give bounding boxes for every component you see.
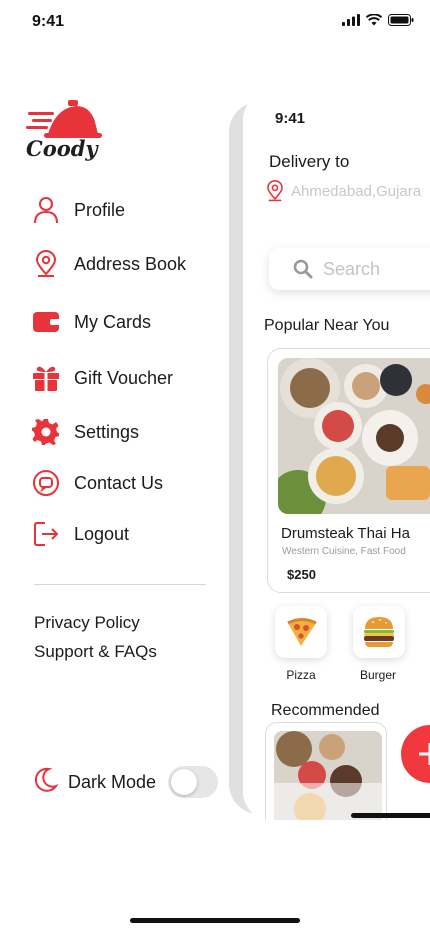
recommended-section-title: Recommended bbox=[271, 702, 380, 719]
menu-item-label: Address Book bbox=[74, 253, 187, 274]
add-button[interactable] bbox=[401, 725, 430, 783]
pizza-icon bbox=[287, 618, 317, 646]
menu-item-settings[interactable]: Settings bbox=[32, 414, 139, 450]
logout-icon bbox=[32, 520, 60, 548]
dark-mode-label: Dark Mode bbox=[68, 772, 157, 792]
popular-section-title: Popular Near You bbox=[264, 317, 390, 334]
home-indicator bbox=[130, 918, 300, 923]
menu-item-profile[interactable]: Profile bbox=[32, 192, 125, 228]
category-pizza[interactable] bbox=[275, 606, 327, 658]
user-icon bbox=[32, 196, 60, 224]
recommended-photo bbox=[274, 731, 382, 820]
menu-item-label: Settings bbox=[74, 421, 140, 442]
wallet-icon bbox=[32, 308, 60, 336]
burger-icon bbox=[364, 617, 394, 647]
menu-item-contact-us[interactable]: Contact Us bbox=[32, 465, 163, 501]
menu-item-label: Profile bbox=[74, 199, 126, 220]
gift-icon bbox=[32, 364, 60, 392]
status-bar: 9:41 bbox=[0, 0, 430, 44]
status-icons bbox=[342, 14, 414, 26]
moon-icon bbox=[32, 766, 59, 799]
menu-item-my-cards[interactable]: My Cards bbox=[32, 304, 151, 340]
category-label: Pizza bbox=[286, 668, 316, 682]
gear-icon bbox=[32, 418, 60, 446]
restaurant-cuisine: Western Cuisine, Fast Food bbox=[282, 546, 406, 557]
delivery-to-label: Delivery to bbox=[269, 152, 350, 171]
category-label: Burger bbox=[359, 668, 397, 682]
home-screen-preview[interactable]: 9:41 Delivery to Ahmedabad,Gujara Search… bbox=[243, 92, 430, 820]
wifi-icon bbox=[366, 14, 382, 26]
preview-home-indicator bbox=[351, 813, 430, 818]
search-input[interactable]: Search bbox=[269, 248, 430, 290]
recommended-card[interactable] bbox=[265, 722, 387, 820]
menu-item-label: My Cards bbox=[74, 311, 152, 332]
location-selector[interactable]: Ahmedabad,Gujara bbox=[265, 180, 421, 202]
menu-item-label: Logout bbox=[74, 523, 130, 544]
dark-mode-row: Dark Mode bbox=[32, 766, 156, 799]
restaurant-card[interactable]: Drumsteak Thai Ha Western Cuisine, Fast … bbox=[267, 348, 430, 593]
cellular-signal-icon bbox=[342, 14, 360, 26]
map-pin-icon bbox=[267, 180, 283, 202]
brand-name: Coody bbox=[26, 136, 98, 161]
support-faqs-link[interactable]: Support & FAQs bbox=[34, 642, 157, 662]
battery-icon bbox=[388, 14, 414, 26]
plus-icon bbox=[419, 743, 430, 765]
toggle-knob bbox=[171, 769, 197, 795]
chat-icon bbox=[32, 469, 60, 497]
menu-divider bbox=[34, 584, 206, 585]
dark-mode-toggle[interactable] bbox=[168, 766, 218, 798]
search-icon bbox=[293, 259, 313, 279]
restaurant-name: Drumsteak Thai Ha bbox=[281, 525, 410, 542]
menu-item-address-book[interactable]: Address Book bbox=[32, 246, 186, 282]
category-burger[interactable] bbox=[353, 606, 405, 658]
menu-item-logout[interactable]: Logout bbox=[32, 516, 129, 552]
search-placeholder: Search bbox=[323, 258, 381, 279]
location-text: Ahmedabad,Gujara bbox=[291, 182, 422, 200]
menu-item-label: Gift Voucher bbox=[74, 367, 174, 388]
privacy-policy-link[interactable]: Privacy Policy bbox=[34, 613, 140, 633]
menu-item-label: Contact Us bbox=[74, 472, 164, 493]
menu-item-gift-voucher[interactable]: Gift Voucher bbox=[32, 360, 173, 396]
status-time: 9:41 bbox=[32, 13, 65, 30]
restaurant-price: $250 bbox=[287, 567, 316, 582]
map-pin-icon bbox=[32, 250, 60, 278]
restaurant-photo bbox=[278, 358, 430, 514]
preview-status-time: 9:41 bbox=[275, 110, 306, 127]
